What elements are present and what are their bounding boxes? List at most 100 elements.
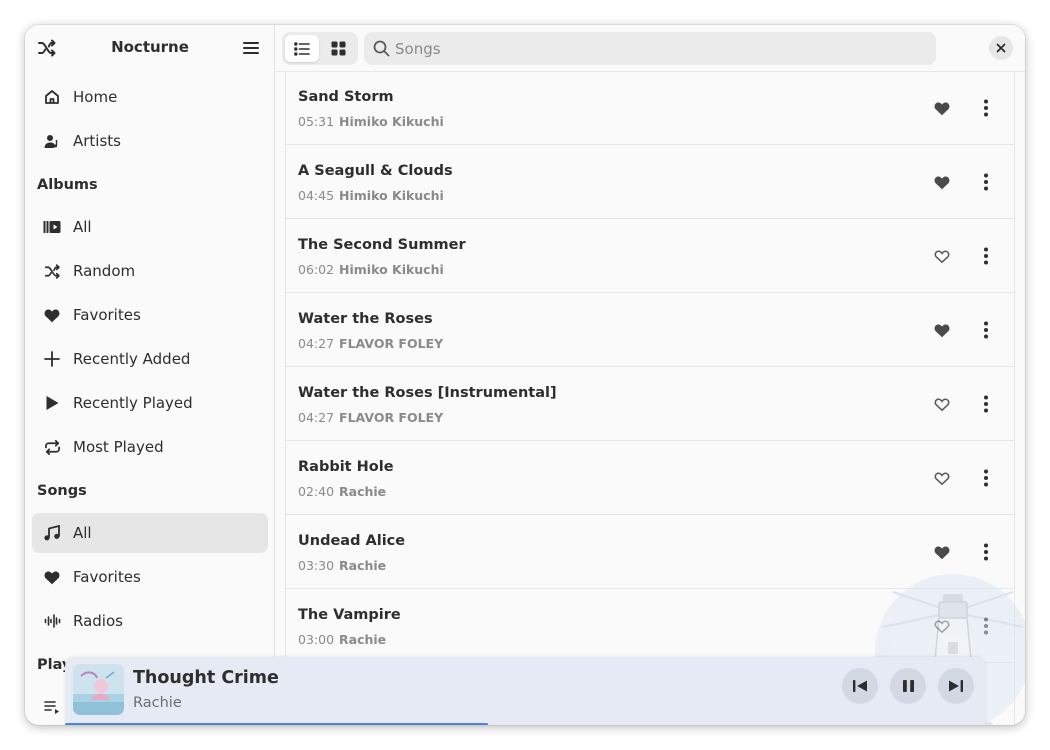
song-meta: 03:30 Rachie bbox=[298, 558, 386, 573]
more-vertical-icon bbox=[983, 469, 989, 487]
song-meta: 02:40 Rachie bbox=[298, 484, 386, 499]
sidebar-item-label: Random bbox=[73, 262, 136, 280]
sidebar-item-albums-all[interactable]: All bbox=[32, 207, 268, 247]
more-options-button[interactable] bbox=[976, 467, 996, 489]
song-duration: 04:27 bbox=[298, 410, 335, 425]
more-options-button[interactable] bbox=[976, 393, 996, 415]
heart-filled-icon bbox=[934, 101, 950, 116]
sidebar-item-albums-favorites[interactable]: Favorites bbox=[32, 295, 268, 335]
song-row[interactable]: Undead Alice 03:30 Rachie bbox=[286, 515, 1014, 589]
song-row[interactable]: A Seagull & Clouds 04:45 Himiko Kikuchi bbox=[286, 145, 1014, 219]
favorite-button[interactable] bbox=[933, 173, 951, 191]
song-meta: 03:00 Rachie bbox=[298, 632, 386, 647]
more-options-button[interactable] bbox=[976, 245, 996, 267]
playback-progress[interactable] bbox=[65, 723, 985, 725]
song-artist: Rachie bbox=[339, 484, 387, 499]
song-meta: 04:27 FLAVOR FOLEY bbox=[298, 336, 443, 351]
song-meta: 06:02 Himiko Kikuchi bbox=[298, 262, 444, 277]
now-playing-title: Thought Crime bbox=[133, 668, 279, 688]
song-artist: Himiko Kikuchi bbox=[339, 188, 444, 203]
song-title: The Vampire bbox=[298, 607, 401, 623]
hamburger-menu-icon bbox=[243, 42, 259, 54]
sidebar-item-albums-recently-added[interactable]: Recently Added bbox=[32, 339, 268, 379]
sidebar-item-label: Artists bbox=[73, 132, 121, 150]
albums-section-header: Albums bbox=[37, 177, 98, 193]
sidebar-item-home[interactable]: Home bbox=[32, 77, 268, 117]
sidebar-item-label: Favorites bbox=[73, 568, 141, 586]
song-artist: Rachie bbox=[339, 558, 387, 573]
more-vertical-icon bbox=[983, 395, 989, 413]
sidebar-item-label: Favorites bbox=[73, 306, 141, 324]
song-title: Water the Roses [Instrumental] bbox=[298, 385, 557, 401]
more-vertical-icon bbox=[983, 321, 989, 339]
previous-track-button[interactable] bbox=[842, 668, 878, 704]
heart-outline-icon bbox=[934, 471, 950, 486]
playback-progress-fill bbox=[65, 723, 489, 725]
song-duration: 02:40 bbox=[298, 484, 335, 499]
play-pause-button[interactable] bbox=[890, 668, 926, 704]
view-switcher bbox=[282, 32, 358, 65]
favorite-button[interactable] bbox=[933, 321, 951, 339]
sidebar-item-songs-favorites[interactable]: Favorites bbox=[32, 557, 268, 597]
sidebar-item-label: Most Played bbox=[73, 438, 164, 456]
favorite-button[interactable] bbox=[933, 617, 951, 635]
favorite-button[interactable] bbox=[933, 247, 951, 265]
song-row[interactable]: Water the Roses 04:27 FLAVOR FOLEY bbox=[286, 293, 1014, 367]
search-input[interactable] bbox=[395, 32, 925, 65]
app-title: Nocturne bbox=[111, 38, 189, 56]
list-view-icon bbox=[294, 41, 310, 56]
album-cover[interactable] bbox=[73, 664, 124, 715]
song-row[interactable]: Rabbit Hole 02:40 Rachie bbox=[286, 441, 1014, 515]
repeat-icon bbox=[43, 438, 61, 456]
sidebar-item-songs-all[interactable]: All bbox=[32, 513, 268, 553]
heart-icon bbox=[43, 568, 61, 586]
sidebar-item-artists[interactable]: Artists bbox=[32, 121, 268, 161]
main-content: Sand Storm05:31Himiko KikuchiA Seagull &… bbox=[276, 25, 1025, 725]
song-duration: 03:00 bbox=[298, 632, 335, 647]
radio-wave-icon bbox=[43, 612, 61, 630]
app-window: Nocturne Home Artists Albums All Random … bbox=[25, 25, 1025, 725]
song-row[interactable]: Sand Storm 05:31 Himiko Kikuchi bbox=[286, 72, 1014, 145]
song-row[interactable]: Water the Roses [Instrumental] 04:27 FLAVO… bbox=[286, 367, 1014, 441]
music-note-icon bbox=[43, 524, 61, 542]
favorite-button[interactable] bbox=[933, 543, 951, 561]
song-duration: 03:30 bbox=[298, 558, 335, 573]
skip-next-icon bbox=[949, 680, 963, 692]
favorite-button[interactable] bbox=[933, 469, 951, 487]
more-options-button[interactable] bbox=[976, 97, 996, 119]
heart-outline-icon bbox=[934, 397, 950, 412]
sidebar-item-label: All bbox=[73, 218, 92, 236]
sidebar-item-albums-random[interactable]: Random bbox=[32, 251, 268, 291]
favorite-button[interactable] bbox=[933, 99, 951, 117]
song-row[interactable]: The Vampire 03:00 Rachie bbox=[286, 589, 1014, 663]
more-vertical-icon bbox=[983, 617, 989, 635]
main-menu-button[interactable] bbox=[241, 38, 261, 58]
next-track-button[interactable] bbox=[938, 668, 974, 704]
song-title: Sand Storm bbox=[298, 89, 394, 105]
close-button[interactable] bbox=[989, 36, 1013, 60]
sidebar-item-label: Radios bbox=[73, 612, 123, 630]
song-row[interactable]: The Second Summer 06:02 Himiko Kikuchi bbox=[286, 219, 1014, 293]
more-options-button[interactable] bbox=[976, 319, 996, 341]
sidebar-item-songs-radios[interactable]: Radios bbox=[32, 601, 268, 641]
search-bar bbox=[364, 32, 936, 65]
sidebar-item-albums-most-played[interactable]: Most Played bbox=[32, 427, 268, 467]
playlist-icon bbox=[43, 698, 61, 716]
heart-filled-icon bbox=[934, 323, 950, 338]
more-options-button[interactable] bbox=[976, 171, 996, 193]
list-view-button[interactable] bbox=[285, 35, 319, 62]
song-artist: Himiko Kikuchi bbox=[339, 114, 444, 129]
sidebar-item-albums-recently-played[interactable]: Recently Played bbox=[32, 383, 268, 423]
more-options-button[interactable] bbox=[976, 541, 996, 563]
sidebar-header: Nocturne bbox=[25, 25, 275, 71]
grid-view-button[interactable] bbox=[321, 35, 355, 62]
song-meta: 04:27 FLAVOR FOLEY bbox=[298, 410, 443, 425]
favorite-button[interactable] bbox=[933, 395, 951, 413]
more-vertical-icon bbox=[983, 173, 989, 191]
now-playing-bar[interactable]: Thought Crime Rachie bbox=[65, 657, 985, 725]
song-title: The Second Summer bbox=[298, 237, 466, 253]
song-artist: FLAVOR FOLEY bbox=[339, 410, 444, 425]
more-options-button[interactable] bbox=[976, 615, 996, 637]
now-playing-artist[interactable]: Rachie bbox=[133, 695, 182, 711]
song-title: Rabbit Hole bbox=[298, 459, 394, 475]
